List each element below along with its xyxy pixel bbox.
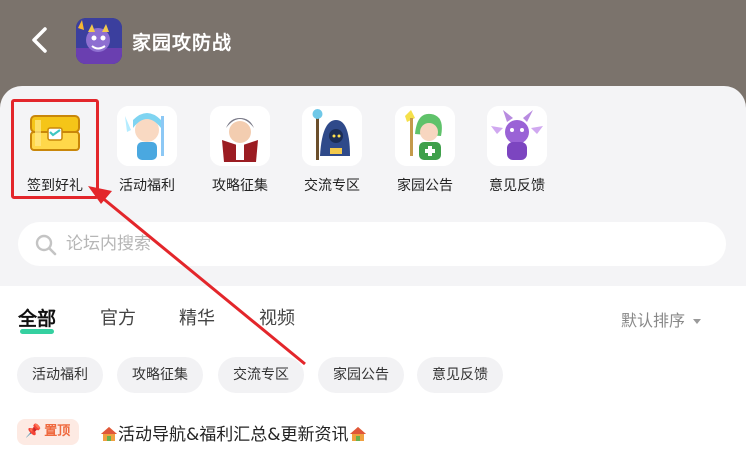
sort-label: 默认排序	[621, 311, 686, 330]
chip-feedback[interactable]: 意见反馈	[417, 357, 503, 393]
shortcut-events[interactable]: 活动福利	[104, 106, 190, 194]
chip-guides[interactable]: 攻略征集	[117, 357, 203, 393]
search-icon	[34, 233, 58, 257]
post-title-text: 活动导航&福利汇总&更新资讯	[118, 425, 349, 445]
pin-icon: 📌	[25, 424, 42, 439]
house-icon	[101, 427, 117, 441]
tab-featured[interactable]: 精华	[179, 304, 215, 330]
forum-search-bar[interactable]	[18, 222, 726, 266]
tab-video[interactable]: 视频	[259, 304, 295, 330]
pinned-post-title[interactable]: 活动导航&福利汇总&更新资讯	[100, 420, 367, 445]
shortcut-label: 家园公告	[397, 178, 453, 194]
app-title: 家园攻防战	[132, 32, 233, 54]
shortcut-label: 活动福利	[119, 178, 175, 194]
shortcut-feedback[interactable]: 意见反馈	[474, 106, 560, 194]
shortcut-label: 意见反馈	[489, 178, 545, 194]
post-list-section: 全部 官方 精华 视频 默认排序 活动福利 攻略征集 交流专区 家园公告 意见反…	[0, 286, 746, 466]
ice-hero-avatar	[117, 106, 177, 166]
house-icon	[349, 427, 366, 441]
purple-dragon-avatar	[487, 106, 547, 166]
back-arrow-icon[interactable]	[28, 26, 54, 56]
pinned-badge: 📌 置顶	[17, 419, 80, 445]
chip-announcements[interactable]: 家园公告	[318, 357, 404, 393]
sort-dropdown[interactable]: 默认排序	[621, 307, 702, 331]
shortcut-panel: 签到好礼 活动福利 攻略征集 交流专区 家园公告 意见反馈 论坛内搜索	[0, 86, 746, 286]
tab-official[interactable]: 官方	[100, 304, 136, 330]
shortcut-label: 交流专区	[304, 178, 360, 194]
chip-discussion[interactable]: 交流专区	[218, 357, 304, 393]
caret-down-icon	[693, 319, 702, 324]
annotation-highlight-box	[11, 99, 99, 199]
shortcut-discussion[interactable]: 交流专区	[289, 106, 375, 194]
pinned-badge-label: 置顶	[44, 424, 71, 439]
vampire-avatar	[210, 106, 270, 166]
shortcut-label: 攻略征集	[212, 178, 268, 194]
app-icon	[76, 18, 122, 64]
tab-all[interactable]: 全部	[18, 304, 56, 334]
hooded-mage-avatar	[302, 106, 362, 166]
green-healer-avatar	[395, 106, 455, 166]
chip-events[interactable]: 活动福利	[17, 357, 103, 393]
shortcut-announcements[interactable]: 家园公告	[382, 106, 468, 194]
shortcut-guides[interactable]: 攻略征集	[197, 106, 283, 194]
search-input[interactable]	[66, 232, 666, 256]
